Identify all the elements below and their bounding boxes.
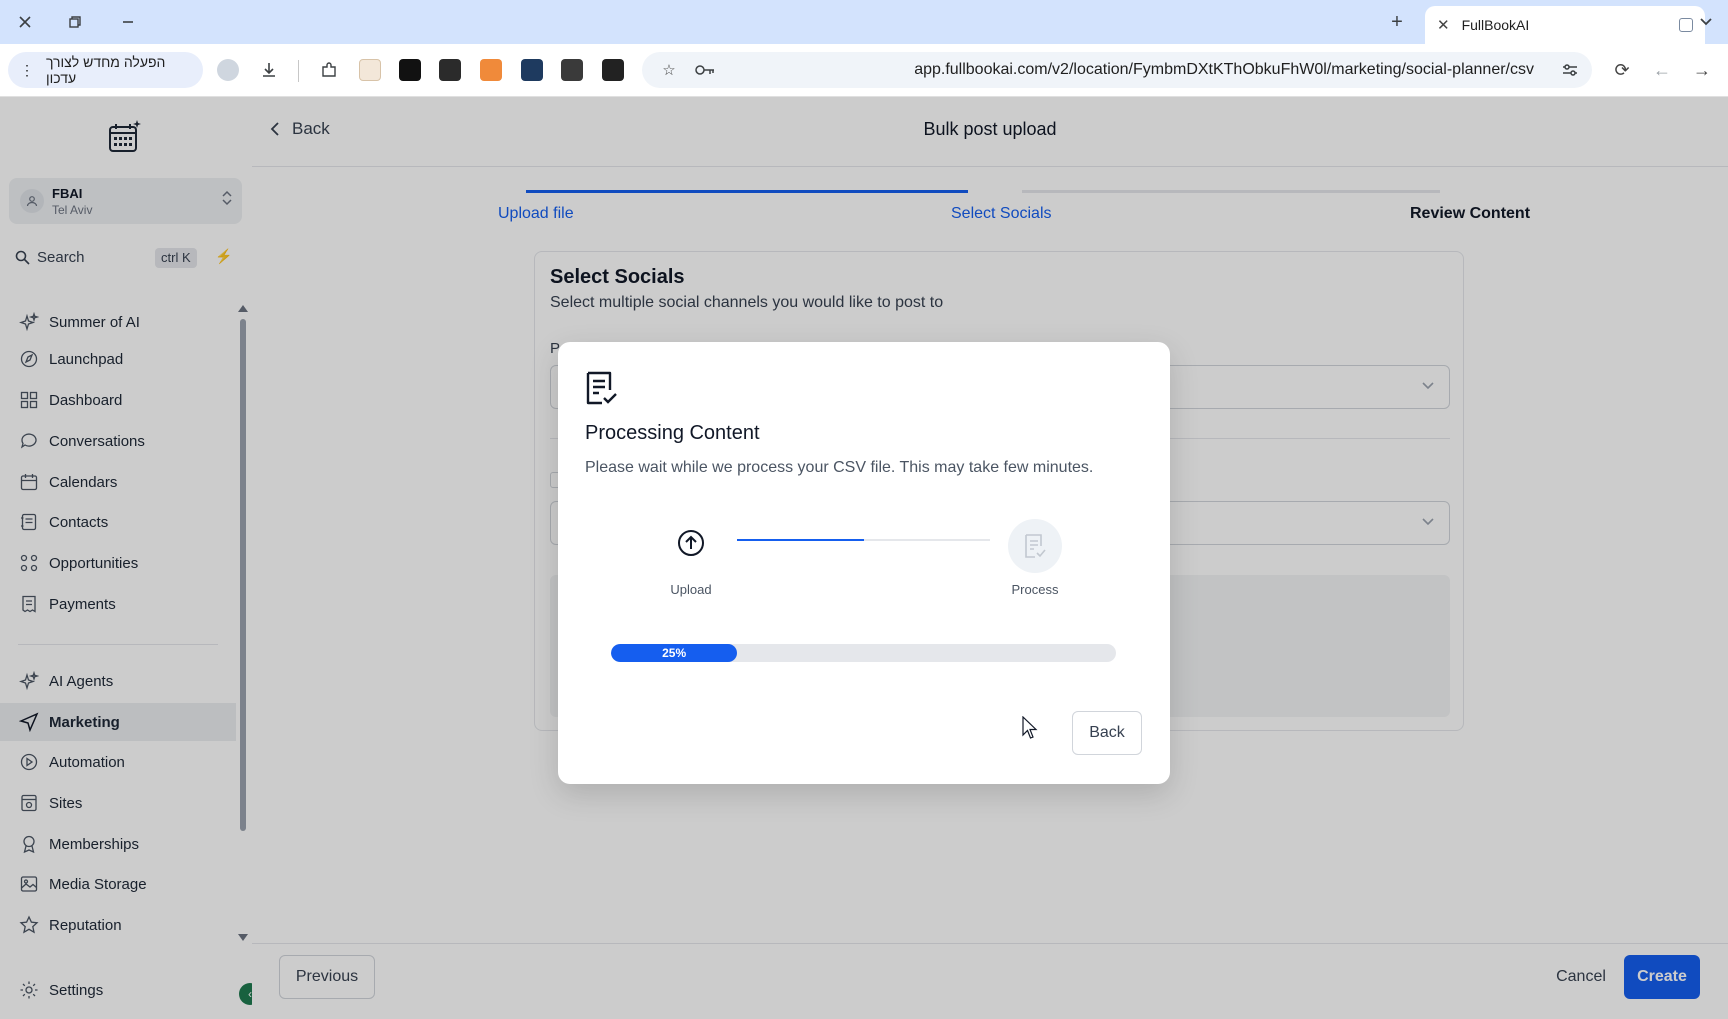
minimize-window-icon[interactable] (115, 9, 141, 35)
extension-dots-icon[interactable] (602, 59, 624, 81)
close-window-icon[interactable] (12, 9, 38, 35)
app-root: FBAI Tel Aviv Search ctrl K ⚡ Summer of … (0, 97, 1728, 1019)
site-settings-icon[interactable] (1560, 61, 1580, 79)
bookmark-star-icon[interactable]: ☆ (659, 61, 679, 79)
extension-notes-icon[interactable] (359, 59, 381, 81)
extension-j-icon[interactable] (439, 59, 461, 81)
mouse-cursor-icon (1022, 716, 1038, 739)
new-tab-button[interactable]: + (1385, 10, 1409, 34)
upload-progress-bar: 25% (611, 644, 1116, 662)
document-check-icon (1025, 534, 1046, 558)
extensions-puzzle-icon[interactable] (318, 59, 340, 81)
extension-briefcase-icon[interactable] (521, 59, 543, 81)
more-vert-icon: ⋮ (20, 61, 34, 78)
extension-fox-icon[interactable] (480, 59, 502, 81)
process-step-circle (1008, 519, 1062, 573)
progress-percent-label: 25% (662, 646, 687, 660)
browser-toolbar: ⋮ הפעלה מחדש לצורך עדכון ☆ app.fullbooka… (0, 44, 1728, 97)
profile-avatar-icon[interactable] (217, 59, 239, 81)
address-bar[interactable]: ☆ app.fullbookai.com/v2/location/FymbmDX… (642, 52, 1592, 88)
update-restart-button[interactable]: ⋮ הפעלה מחדש לצורך עדכון (8, 52, 203, 88)
tab-close-icon[interactable]: ✕ (1437, 16, 1450, 34)
tab-favicon-icon (1679, 18, 1693, 32)
progress-fill: 25% (611, 644, 738, 662)
process-flow-fill (737, 539, 864, 541)
browser-titlebar: + ✕ FullBookAI (0, 0, 1728, 44)
step-upload-label: Upload (670, 582, 712, 597)
reload-icon[interactable]: ⟳ (1610, 58, 1634, 82)
restore-window-icon[interactable] (62, 9, 88, 35)
process-flow-track (737, 539, 990, 541)
document-check-icon (586, 371, 617, 405)
tab-title: FullBookAI (1461, 17, 1530, 33)
upload-arrow-icon (678, 530, 704, 556)
url-text: app.fullbookai.com/v2/location/FymbmDXtK… (914, 61, 1534, 78)
toolbar-divider (298, 60, 299, 82)
modal-title: Processing Content (585, 422, 760, 444)
update-restart-label: הפעלה מחדש לצורך עדכון (46, 54, 166, 86)
extension-grid-icon[interactable] (561, 59, 583, 81)
modal-description: Please wait while we process your CSV fi… (585, 459, 1094, 476)
step-process-label: Process (1011, 582, 1059, 597)
download-icon[interactable] (258, 59, 280, 81)
processing-modal: Processing Content Please wait while we … (558, 342, 1170, 784)
password-key-icon[interactable] (695, 61, 715, 79)
back-arrow-icon[interactable]: ← (1650, 58, 1674, 82)
tab-search-chevron-icon[interactable] (1694, 10, 1718, 34)
forward-arrow-icon[interactable]: → (1690, 58, 1714, 82)
extension-dark-icon[interactable] (399, 59, 421, 81)
browser-tab[interactable]: ✕ FullBookAI (1425, 6, 1705, 44)
modal-back-button[interactable]: Back (1072, 711, 1142, 755)
